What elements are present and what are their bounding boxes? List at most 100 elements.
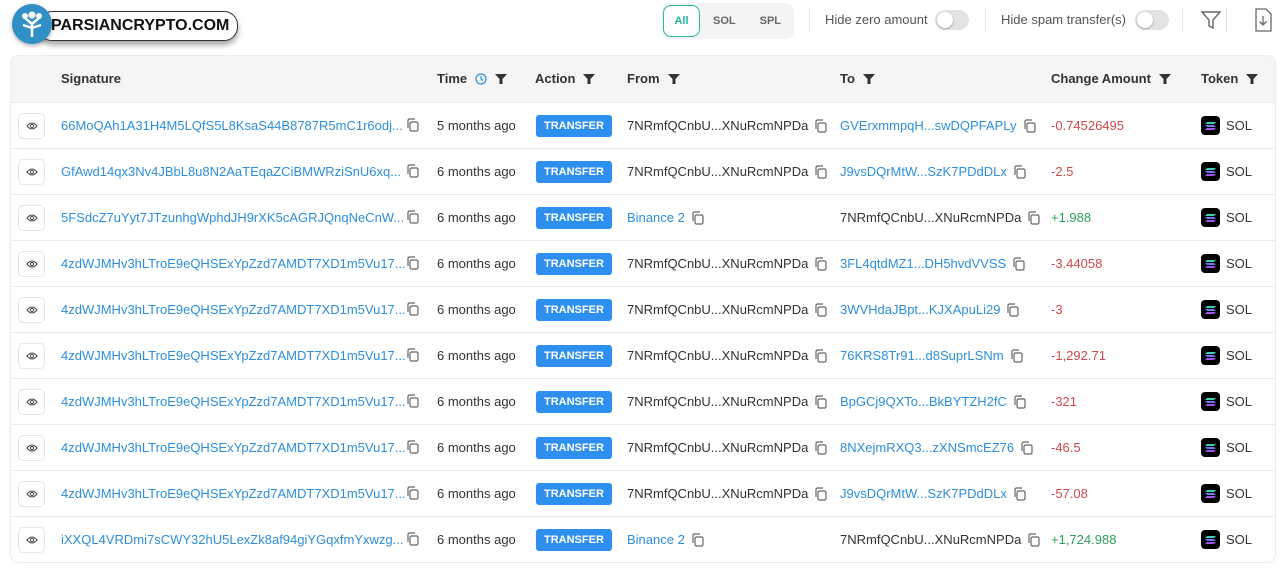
copy-to-icon[interactable]: [1027, 532, 1041, 547]
view-details-button[interactable]: [18, 159, 45, 185]
view-details-button[interactable]: [18, 481, 45, 507]
copy-signature-icon[interactable]: [406, 532, 420, 546]
signature-link[interactable]: 4zdWJMHv3hLTroE9eQHSExYpZzd7AMDT7XD1m5Vu…: [61, 440, 406, 455]
copy-to-icon[interactable]: [1020, 440, 1034, 455]
tab-sol[interactable]: SOL: [713, 15, 736, 27]
copy-to-icon[interactable]: [1023, 118, 1037, 133]
copy-from-icon[interactable]: [814, 440, 828, 455]
view-details-button[interactable]: [18, 435, 45, 461]
copy-signature-icon[interactable]: [406, 486, 420, 500]
header-action: Action: [535, 71, 596, 86]
copy-from-icon[interactable]: [814, 302, 828, 317]
copy-to-icon[interactable]: [1013, 486, 1027, 501]
solana-icon: [1201, 530, 1220, 549]
signature-link[interactable]: 66MoQAh1A31H4M5LQfS5L8KsaS44B8787R5mC1r6…: [61, 118, 403, 133]
copy-signature-icon[interactable]: [406, 210, 420, 224]
copy-signature-icon[interactable]: [406, 164, 420, 178]
from-address: 7NRmfQCnbU...XNuRcmNPDa: [627, 164, 809, 179]
eye-icon: [25, 168, 38, 176]
action-badge: TRANSFER: [536, 529, 612, 551]
eye-icon: [25, 352, 38, 360]
to-address[interactable]: 8NXejmRXQ3...zXNSmcEZ76: [840, 440, 1014, 455]
signature-link[interactable]: GfAwd14qx3Nv4JBbL8u8N2AaTEqaZCiBMWRziSnU…: [61, 164, 401, 179]
view-details-button[interactable]: [18, 205, 45, 231]
signature-link[interactable]: 5FSdcZ7uYyt7JTzunhgWphdJH9rXK5cAGRJQnqNe…: [61, 210, 404, 225]
time-ago: 6 months ago: [437, 210, 516, 225]
view-details-button[interactable]: [18, 297, 45, 323]
header-token: Token: [1201, 71, 1259, 86]
view-details-button[interactable]: [18, 389, 45, 415]
view-details-button[interactable]: [18, 113, 45, 139]
signature-link[interactable]: 4zdWJMHv3hLTroE9eQHSExYpZzd7AMDT7XD1m5Vu…: [61, 348, 406, 363]
copy-to-icon[interactable]: [1013, 164, 1027, 179]
copy-from-icon[interactable]: [691, 210, 705, 225]
copy-from-icon[interactable]: [814, 348, 828, 363]
copy-to-icon[interactable]: [1013, 394, 1027, 409]
signature-link[interactable]: 4zdWJMHv3hLTroE9eQHSExYpZzd7AMDT7XD1m5Vu…: [61, 486, 406, 501]
signature-link[interactable]: 4zdWJMHv3hLTroE9eQHSExYpZzd7AMDT7XD1m5Vu…: [61, 256, 406, 271]
divider: [809, 8, 810, 32]
copy-signature-icon[interactable]: [406, 394, 420, 408]
change-amount: -321: [1051, 394, 1078, 409]
copy-from-icon[interactable]: [814, 164, 828, 179]
token-symbol: SOL: [1226, 486, 1253, 501]
copy-from-icon[interactable]: [814, 394, 828, 409]
tab-all[interactable]: All: [663, 5, 700, 37]
signature-link[interactable]: 4zdWJMHv3hLTroE9eQHSExYpZzd7AMDT7XD1m5Vu…: [61, 302, 406, 317]
eye-icon: [25, 260, 38, 268]
copy-to-icon[interactable]: [1027, 210, 1041, 225]
view-details-button[interactable]: [18, 527, 45, 553]
tab-spl[interactable]: SPL: [760, 15, 781, 27]
signature-link[interactable]: 4zdWJMHv3hLTroE9eQHSExYpZzd7AMDT7XD1m5Vu…: [61, 394, 406, 409]
token-symbol: SOL: [1226, 532, 1253, 547]
header-change-amount: Change Amount: [1051, 71, 1171, 86]
filter-token-icon[interactable]: [1246, 73, 1259, 85]
view-details-button[interactable]: [18, 251, 45, 277]
to-address[interactable]: J9vsDQrMtW...SzK7PDdDLx: [840, 486, 1007, 501]
copy-from-icon[interactable]: [814, 118, 828, 133]
filter-from-icon[interactable]: [667, 73, 680, 85]
copy-signature-icon[interactable]: [406, 348, 420, 362]
hide-spam-toggle[interactable]: [1135, 10, 1169, 30]
filter-icon[interactable]: [1200, 9, 1222, 34]
copy-signature-icon[interactable]: [406, 302, 420, 316]
copy-to-icon[interactable]: [1006, 302, 1020, 317]
to-address[interactable]: BpGCj9QXTo...BkBYTZH2fC: [840, 394, 1007, 409]
hide-zero-toggle[interactable]: [935, 10, 969, 30]
action-badge: TRANSFER: [536, 483, 612, 505]
copy-from-icon[interactable]: [814, 256, 828, 271]
copy-from-icon[interactable]: [691, 532, 705, 547]
change-amount: -2.5: [1051, 164, 1074, 179]
copy-to-icon[interactable]: [1010, 348, 1024, 363]
table-row: 4zdWJMHv3hLTroE9eQHSExYpZzd7AMDT7XD1m5Vu…: [11, 379, 1275, 425]
filter-change-icon[interactable]: [1158, 73, 1171, 85]
from-address[interactable]: Binance 2: [627, 210, 685, 225]
filter-to-icon[interactable]: [862, 73, 875, 85]
copy-signature-icon[interactable]: [406, 118, 420, 132]
to-address[interactable]: J9vsDQrMtW...SzK7PDdDLx: [840, 164, 1007, 179]
copy-signature-icon[interactable]: [406, 440, 420, 454]
logo-tree-icon: [12, 4, 52, 44]
to-address[interactable]: 3FL4qtdMZ1...DH5hvdVVSS: [840, 256, 1006, 271]
filter-time-icon[interactable]: [495, 73, 508, 85]
change-amount: -3.44058: [1051, 256, 1103, 271]
copy-from-icon[interactable]: [814, 486, 828, 501]
time-ago: 6 months ago: [437, 164, 516, 179]
copy-to-icon[interactable]: [1012, 256, 1026, 271]
solana-icon: [1201, 162, 1220, 181]
from-address[interactable]: Binance 2: [627, 532, 685, 547]
view-details-button[interactable]: [18, 343, 45, 369]
to-address[interactable]: 3WVHdaJBpt...KJXApuLi29: [840, 302, 1000, 317]
header-time: Time: [437, 71, 508, 86]
signature-link[interactable]: iXXQL4VRDmi7sCWY32hU5LexZk8af94giYGqxfmY…: [61, 532, 403, 547]
filter-action-icon[interactable]: [583, 73, 596, 85]
to-address[interactable]: GVErxmmpqH...swDQPFAPLy: [840, 118, 1017, 133]
table-header: Signature Time Action From To Change Amo…: [11, 56, 1275, 103]
to-address[interactable]: 76KRS8Tr91...d8SuprLSNm: [840, 348, 1004, 363]
copy-signature-icon[interactable]: [406, 256, 420, 270]
solana-icon: [1201, 300, 1220, 319]
divider: [985, 8, 986, 32]
clock-icon[interactable]: [475, 72, 487, 85]
download-csv-icon[interactable]: [1254, 8, 1272, 35]
eye-icon: [25, 122, 38, 130]
